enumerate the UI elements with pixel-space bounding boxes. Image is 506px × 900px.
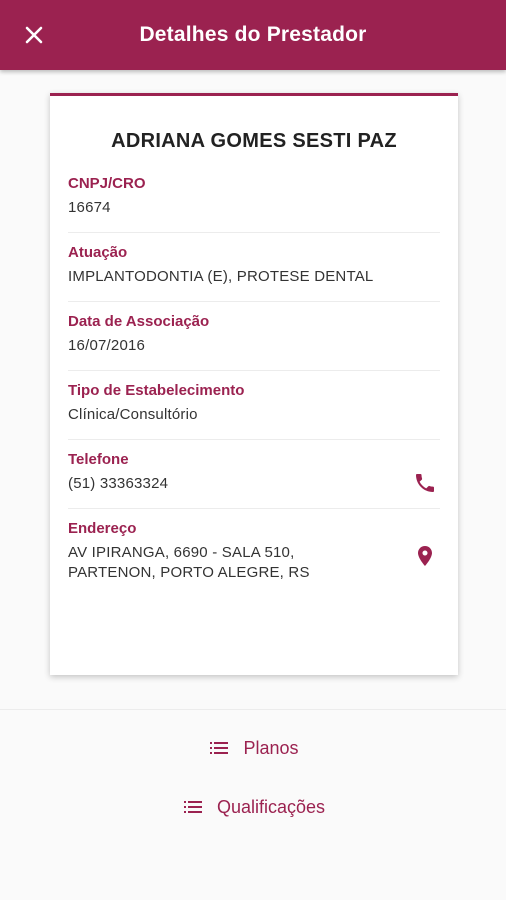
divider [68,439,440,440]
address-line-1: AV IPIRANGA, 6690 - SALA 510, [68,544,295,561]
app-bar: Detalhes do Prestador [0,0,506,70]
divider [0,709,506,710]
list-icon [181,795,205,819]
field-data-associacao: Data de Associação 16/07/2016 [68,312,440,356]
field-label: Telefone [68,451,129,468]
field-value: Clínica/Consultório [68,406,198,423]
plans-label: Planos [243,737,299,758]
plans-button[interactable]: Planos [0,728,506,768]
field-value: 16674 [68,199,111,216]
field-label: Tipo de Estabelecimento [68,382,245,399]
field-value: (51) 33363324 [68,475,169,492]
divider [68,370,440,371]
field-atuacao: Atuação IMPLANTODONTIA (E), PROTESE DENT… [68,243,440,287]
divider [68,301,440,302]
call-button[interactable] [410,468,440,498]
field-value: 16/07/2016 [68,337,146,354]
address-line-2: PARTENON, PORTO ALEGRE, RS [68,564,310,581]
field-label: Atuação [68,244,128,261]
field-value: IMPLANTODONTIA (E), PROTESE DENTAL [68,268,374,285]
location-pin-icon [418,546,432,566]
divider [68,508,440,509]
phone-icon [416,474,434,492]
provider-name: ADRIANA GOMES SESTI PAZ [111,130,397,152]
field-telefone: Telefone (51) 33363324 [68,450,440,494]
field-label: CNPJ/CRO [68,175,146,192]
qualifications-label: Qualificações [216,796,326,817]
divider [68,232,440,233]
qualifications-button[interactable]: Qualificações [0,787,506,827]
field-endereco: Endereço AV IPIRANGA, 6690 - SALA 510, P… [68,519,440,583]
map-button[interactable] [410,541,440,571]
field-cnpj-cro: CNPJ/CRO 16674 [68,174,440,218]
provider-details-card: ADRIANA GOMES SESTI PAZ CNPJ/CRO 16674 A… [50,93,458,675]
list-icon [207,736,231,760]
field-tipo-estabelecimento: Tipo de Estabelecimento Clínica/Consultó… [68,381,440,425]
field-label: Data de Associação [68,313,210,330]
field-label: Endereço [68,520,137,537]
page-title: Detalhes do Prestador [139,23,367,46]
